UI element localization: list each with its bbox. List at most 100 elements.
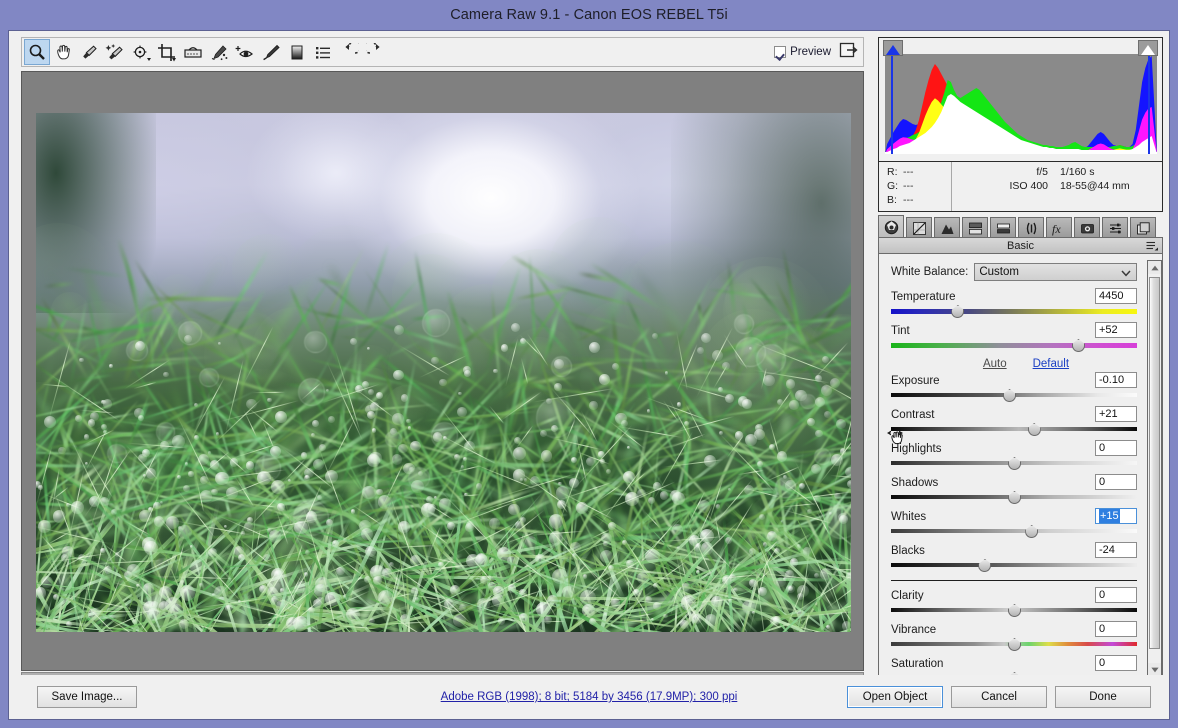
- scrollbar-thumb[interactable]: [1149, 277, 1160, 649]
- slider-clarity-value[interactable]: 0: [1095, 587, 1137, 603]
- graduated-filter-tool-button[interactable]: [284, 39, 310, 65]
- image-preview-pane[interactable]: [21, 71, 864, 671]
- footer-action-buttons: Open Object Cancel Done: [847, 686, 1151, 708]
- slider-vibrance-label[interactable]: Vibrance: [891, 623, 936, 637]
- cancel-button[interactable]: Cancel: [951, 686, 1047, 708]
- slider-vibrance-knob[interactable]: [1008, 638, 1021, 651]
- lens-icon: [1024, 221, 1039, 236]
- white-balance-select[interactable]: Custom: [974, 263, 1137, 281]
- slider-exposure-track[interactable]: [891, 390, 1137, 401]
- adjustment-brush-tool-button[interactable]: [258, 39, 284, 65]
- rotate-left-tool-button[interactable]: [336, 39, 362, 65]
- slider-contrast-label[interactable]: Contrast: [891, 408, 934, 422]
- slider-temperature-knob[interactable]: [951, 305, 964, 318]
- curve-icon: [912, 221, 927, 236]
- slider-exposure-label[interactable]: Exposure: [891, 374, 940, 388]
- crop-tool-button[interactable]: [154, 39, 180, 65]
- slider-shadows-track[interactable]: [891, 492, 1137, 503]
- preview-checkbox-box[interactable]: [774, 46, 786, 58]
- right-column: R:--- G:--- B:--- f/5 1/160 s ISO 400 18…: [870, 37, 1162, 694]
- slider-temperature-label[interactable]: Temperature: [891, 290, 956, 304]
- rotate-right-tool-button[interactable]: [362, 39, 388, 65]
- slider-tint-knob[interactable]: [1072, 339, 1085, 352]
- fx-icon: fx: [1051, 221, 1068, 236]
- slider-vibrance-track[interactable]: [891, 639, 1137, 650]
- tab-hsl-grayscale[interactable]: [962, 217, 988, 238]
- straighten-tool-button[interactable]: [180, 39, 206, 65]
- tab-basic[interactable]: [878, 215, 904, 238]
- slider-contrast-value[interactable]: +21: [1095, 406, 1137, 422]
- rgb-value-g: ---: [903, 179, 914, 193]
- slider-highlights-track[interactable]: [891, 458, 1137, 469]
- tab-camera-calibration[interactable]: [1074, 217, 1100, 238]
- slider-tint-track[interactable]: [891, 340, 1137, 351]
- slider-highlights-label[interactable]: Highlights: [891, 442, 942, 456]
- presets-list-tool-button[interactable]: [310, 39, 336, 65]
- zoom-tool-button[interactable]: [24, 39, 50, 65]
- panel-menu-icon[interactable]: [1146, 241, 1158, 254]
- slider-vibrance-value[interactable]: 0: [1095, 621, 1137, 637]
- tab-tone-curve[interactable]: [906, 217, 932, 238]
- slider-temperature-value[interactable]: 4450: [1095, 288, 1137, 304]
- tab-effects[interactable]: fx: [1046, 217, 1072, 238]
- tab-lens-corrections[interactable]: [1018, 217, 1044, 238]
- slider-clarity-label[interactable]: Clarity: [891, 589, 924, 603]
- slider-blacks-value[interactable]: -24: [1095, 542, 1137, 558]
- slider-exposure-knob[interactable]: [1003, 389, 1016, 402]
- scroll-up-arrow-icon[interactable]: [1148, 261, 1161, 274]
- slider-saturation-label[interactable]: Saturation: [891, 657, 943, 671]
- slider-vibrance: Vibrance 0: [891, 623, 1137, 650]
- slider-temperature-track[interactable]: [891, 306, 1137, 317]
- slider-whites-label[interactable]: Whites: [891, 510, 926, 524]
- slider-saturation-value[interactable]: 0: [1095, 655, 1137, 671]
- slider-contrast-track[interactable]: [891, 424, 1137, 435]
- slider-tint-label[interactable]: Tint: [891, 324, 910, 338]
- aperture-icon: [884, 220, 899, 235]
- tab-split-toning[interactable]: [990, 217, 1016, 238]
- slider-shadows-knob[interactable]: [1008, 491, 1021, 504]
- slider-blacks-knob[interactable]: [978, 559, 991, 572]
- slider-shadows: Shadows 0: [891, 476, 1137, 503]
- slider-highlights-knob[interactable]: [1008, 457, 1021, 470]
- done-button[interactable]: Done: [1055, 686, 1151, 708]
- panel-title-text: Basic: [1007, 240, 1034, 252]
- camera-raw-window: Camera Raw 9.1 - Canon EOS REBEL T5i: [0, 0, 1178, 728]
- spot-removal-tool-button[interactable]: [206, 39, 232, 65]
- shadow-clipping-warning-icon[interactable]: [883, 40, 903, 56]
- tone-sliders: Exposure-0.10Contrast+21Highlights0Shado…: [891, 374, 1137, 571]
- open-object-button[interactable]: Open Object: [847, 686, 943, 708]
- default-link[interactable]: Default: [1033, 358, 1069, 370]
- auto-link[interactable]: Auto: [983, 358, 1007, 370]
- targeted-adjustment-tool-button[interactable]: [128, 39, 154, 65]
- tab-presets[interactable]: [1102, 217, 1128, 238]
- slider-contrast-knob[interactable]: [1028, 423, 1041, 436]
- raw-photo[interactable]: [36, 113, 851, 632]
- tab-detail[interactable]: [934, 217, 960, 238]
- slider-blacks-label[interactable]: Blacks: [891, 544, 925, 558]
- slider-whites-knob[interactable]: [1025, 525, 1038, 538]
- highlight-clipping-warning-icon[interactable]: [1138, 40, 1158, 56]
- white-balance-sliders: Temperature 4450 Tint +52: [891, 290, 1137, 351]
- red-eye-removal-tool-button[interactable]: [232, 39, 258, 65]
- slider-shadows-value[interactable]: 0: [1095, 474, 1137, 490]
- white-balance-tool-button[interactable]: [76, 39, 102, 65]
- preview-checkbox[interactable]: Preview: [774, 46, 831, 58]
- panel-scrollbar[interactable]: [1147, 260, 1162, 677]
- slider-clarity-track[interactable]: [891, 605, 1137, 616]
- snapshots-icon: [1136, 221, 1151, 236]
- tab-snapshots[interactable]: [1130, 217, 1156, 238]
- fullscreen-toggle-button[interactable]: [839, 42, 858, 62]
- slider-highlights-value[interactable]: 0: [1095, 440, 1137, 456]
- slider-shadows-label[interactable]: Shadows: [891, 476, 938, 490]
- slider-tint: Tint +52: [891, 324, 1137, 351]
- color-sampler-tool-button[interactable]: [102, 39, 128, 65]
- slider-whites-value[interactable]: +15: [1095, 508, 1137, 524]
- slider-tint-value[interactable]: +52: [1095, 322, 1137, 338]
- slider-clarity-knob[interactable]: [1008, 604, 1021, 617]
- exif-aperture: f/5: [996, 166, 1048, 178]
- slider-exposure-value[interactable]: -0.10: [1095, 372, 1137, 388]
- slider-whites-track[interactable]: [891, 526, 1137, 537]
- hand-tool-button[interactable]: [50, 39, 76, 65]
- slider-blacks-track[interactable]: [891, 560, 1137, 571]
- exif-row-2: ISO 400 18-55@44 mm: [996, 180, 1152, 192]
